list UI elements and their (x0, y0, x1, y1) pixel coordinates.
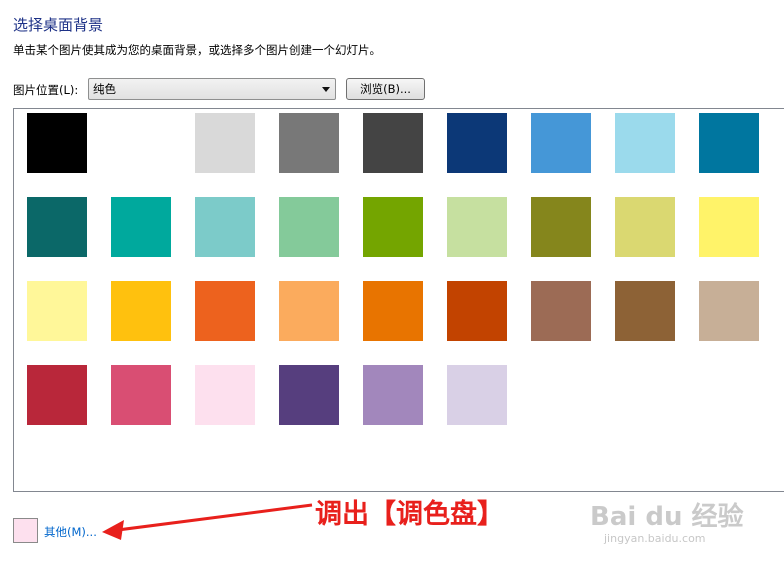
annotation-arrow (102, 503, 313, 540)
annotation-text: 调出【调色盘】 (315, 499, 504, 530)
watermark-logo: Bai du 经验 (590, 502, 744, 532)
watermark-url: jingyan.baidu.com (604, 532, 706, 545)
